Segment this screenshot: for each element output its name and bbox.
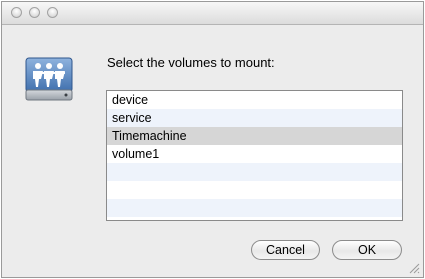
prompt-label: Select the volumes to mount: xyxy=(107,55,275,70)
empty-row xyxy=(107,181,402,199)
resize-grip-icon[interactable] xyxy=(408,262,420,274)
close-button[interactable] xyxy=(11,7,22,18)
mount-volumes-window: Select the volumes to mount: device serv… xyxy=(1,1,424,278)
list-item-service[interactable]: service xyxy=(107,109,402,127)
minimize-button[interactable] xyxy=(29,7,40,18)
title-bar xyxy=(2,2,423,25)
volume-list[interactable]: device service Timemachine volume1 xyxy=(106,90,403,221)
network-share-icon xyxy=(25,57,73,101)
cancel-button[interactable]: Cancel xyxy=(251,240,320,260)
zoom-button[interactable] xyxy=(47,7,58,18)
empty-row xyxy=(107,199,402,217)
empty-row xyxy=(107,163,402,181)
ok-button[interactable]: OK xyxy=(332,240,402,260)
list-item-volume1[interactable]: volume1 xyxy=(107,145,402,163)
list-item-timemachine[interactable]: Timemachine xyxy=(107,127,402,145)
list-item-device[interactable]: device xyxy=(107,91,402,109)
